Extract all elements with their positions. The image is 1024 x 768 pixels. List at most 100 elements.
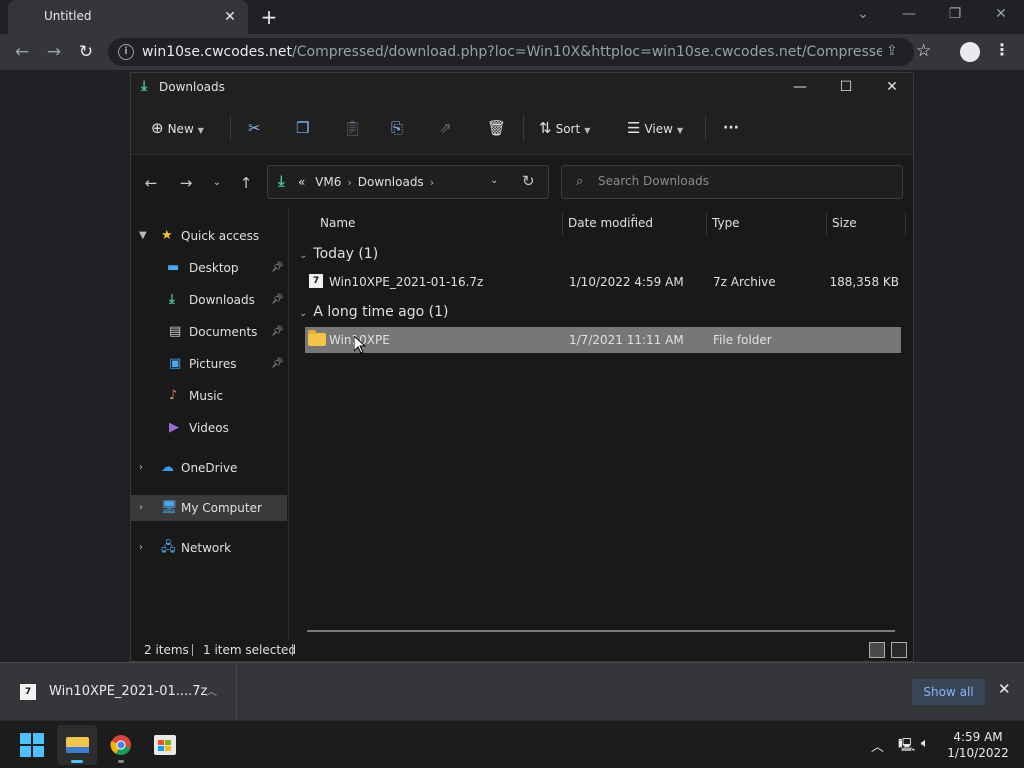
breadcrumb-downloads[interactable]: Downloads: [358, 175, 424, 189]
delete-button[interactable]: 🗑︎: [487, 117, 506, 139]
profile-avatar-icon[interactable]: [960, 42, 980, 62]
share-icon[interactable]: ⇪: [886, 43, 898, 59]
network-icon[interactable]: 🖳︎: [898, 736, 915, 758]
restore-button[interactable]: ❐: [932, 0, 978, 30]
rename-button[interactable]: ⎘: [391, 117, 403, 139]
nav-network[interactable]: › 🖧︎ Network: [131, 535, 287, 561]
column-header-name[interactable]: Name: [320, 209, 355, 237]
nav-pictures[interactable]: ▣ Pictures 📌︎: [131, 351, 287, 377]
explorer-address-bar[interactable]: ⤓ « VM6 › Downloads › ⌄ ↻: [267, 165, 549, 199]
column-header-date[interactable]: Date modified: [568, 209, 653, 237]
archive-7z-icon: 7: [309, 274, 323, 288]
share-button[interactable]: ⇗: [439, 117, 452, 139]
explorer-forward-button[interactable]: →: [174, 173, 198, 193]
cut-button[interactable]: ✂: [248, 117, 261, 139]
column-divider[interactable]: [706, 213, 707, 235]
nav-downloads[interactable]: ⤓ Downloads 📌︎: [131, 287, 287, 313]
clock-time: 4:59 AM: [953, 730, 1003, 744]
address-bar[interactable]: i win10se.cwcodes.net/Compressed/downloa…: [108, 38, 931, 66]
taskbar-clock[interactable]: 4:59 AM 1/10/2022: [946, 729, 1010, 761]
nav-onedrive[interactable]: › ☁ OneDrive: [131, 455, 287, 481]
close-shelf-icon[interactable]: ✕: [998, 680, 1011, 698]
chevron-down-icon[interactable]: ▼: [139, 223, 147, 249]
group-header-long-ago[interactable]: ⌄ A long time ago (1): [299, 301, 448, 323]
nav-music[interactable]: ♪ Music: [131, 383, 287, 409]
column-divider[interactable]: [826, 213, 827, 235]
explorer-close-button[interactable]: ✕: [877, 77, 907, 97]
nav-desktop[interactable]: ▬ Desktop 📌︎: [131, 255, 287, 281]
search-input[interactable]: [598, 174, 888, 188]
url-text[interactable]: win10se.cwcodes.net/Compressed/download.…: [142, 44, 882, 60]
address-dropdown-icon[interactable]: ⌄: [490, 175, 498, 186]
chevron-right-icon[interactable]: ›: [139, 535, 143, 561]
clipboard-icon: 📋︎: [343, 119, 363, 137]
show-all-button[interactable]: Show all: [912, 679, 985, 705]
explorer-maximize-button[interactable]: ☐: [831, 77, 861, 97]
site-info-icon[interactable]: i: [118, 44, 134, 60]
back-button[interactable]: ←: [10, 40, 34, 64]
nav-documents[interactable]: ▤ Documents 📌︎: [131, 319, 287, 345]
nav-quick-access[interactable]: ▼ ★ Quick access: [131, 223, 287, 249]
breadcrumb-vm6[interactable]: VM6: [315, 175, 341, 189]
horizontal-scrollbar[interactable]: [307, 630, 895, 632]
column-header-type[interactable]: Type: [712, 209, 740, 237]
forward-button[interactable]: →: [42, 40, 66, 64]
column-divider[interactable]: [905, 213, 906, 235]
pin-icon: 📌︎: [271, 326, 284, 337]
tab-close-button[interactable]: ✕: [220, 7, 240, 27]
pin-icon: 📌︎: [271, 358, 284, 369]
file-name: Win10XPE_2021-01-16.7z: [329, 275, 484, 289]
sort-button[interactable]: ⇅ Sort ▼: [539, 117, 590, 139]
table-row[interactable]: 7 Win10XPE_2021-01-16.7z 1/10/2022 4:59 …: [305, 269, 901, 295]
divider: [292, 644, 293, 656]
show-hidden-icons-chevron-icon[interactable]: ︿: [871, 736, 884, 755]
column-header-size[interactable]: Size: [832, 209, 857, 237]
browser-menu-icon[interactable]: ⋮: [994, 40, 1010, 59]
recent-locations-button[interactable]: ⌄: [205, 173, 229, 193]
group-header-today[interactable]: ⌄ Today (1): [299, 243, 378, 265]
view-button[interactable]: ☰ View ▼: [627, 117, 683, 139]
plus-circle-icon: ⊕: [151, 119, 164, 137]
download-item[interactable]: 7 Win10XPE_2021-01....7z ︿: [0, 663, 237, 721]
chevron-right-icon[interactable]: ›: [347, 176, 351, 189]
nav-videos[interactable]: ▶ Videos: [131, 415, 287, 441]
chevron-down-icon[interactable]: ⌄: [299, 308, 307, 319]
file-size: 188,358 KB: [829, 275, 899, 289]
chevron-right-icon[interactable]: ›: [430, 176, 434, 189]
copy-button[interactable]: ❐: [296, 117, 309, 139]
chevron-up-icon[interactable]: ︿: [206, 683, 217, 699]
nav-my-computer[interactable]: › 🖥︎ My Computer: [131, 495, 287, 521]
minimize-button[interactable]: —: [886, 0, 932, 30]
star-icon: ★: [161, 228, 173, 243]
paste-button[interactable]: 📋︎: [343, 117, 362, 139]
taskbar-file-explorer[interactable]: [57, 725, 97, 765]
explorer-back-button[interactable]: ←: [139, 173, 163, 193]
column-divider[interactable]: [562, 213, 563, 235]
explorer-minimize-button[interactable]: —: [785, 77, 815, 97]
details-view-button[interactable]: [869, 642, 885, 658]
volume-icon[interactable]: 🔈︎: [921, 736, 929, 751]
file-type: 7z Archive: [713, 275, 776, 289]
large-icons-view-button[interactable]: [891, 642, 907, 658]
reload-button[interactable]: ↻: [74, 40, 98, 64]
taskbar-store[interactable]: [145, 725, 185, 765]
chevron-right-icon[interactable]: ›: [139, 455, 143, 481]
start-button[interactable]: [20, 733, 44, 757]
refresh-icon[interactable]: ↻: [522, 172, 535, 190]
see-more-button[interactable]: ···: [723, 117, 739, 139]
close-window-button[interactable]: ✕: [978, 0, 1024, 30]
taskbar-chrome[interactable]: [101, 725, 141, 765]
bookmark-star-icon[interactable]: ☆: [916, 41, 931, 61]
search-box[interactable]: ⌕: [561, 165, 903, 199]
chevron-down-icon[interactable]: ⌄: [299, 250, 307, 261]
download-arrow-icon: ⤓: [169, 292, 175, 307]
up-button[interactable]: ↑: [234, 173, 258, 193]
browser-tab[interactable]: Untitled ✕: [8, 0, 248, 34]
tab-search-chevron-icon[interactable]: ⌄: [840, 0, 886, 30]
download-arrow-icon: ⤓: [278, 172, 285, 190]
new-tab-button[interactable]: +: [258, 6, 280, 28]
new-button[interactable]: ⊕ New ▼: [151, 117, 204, 139]
chevron-right-icon[interactable]: ›: [139, 495, 143, 521]
table-row[interactable]: Win10XPE 1/7/2021 11:11 AM File folder: [305, 327, 901, 353]
copy-icon: ❐: [296, 119, 310, 137]
